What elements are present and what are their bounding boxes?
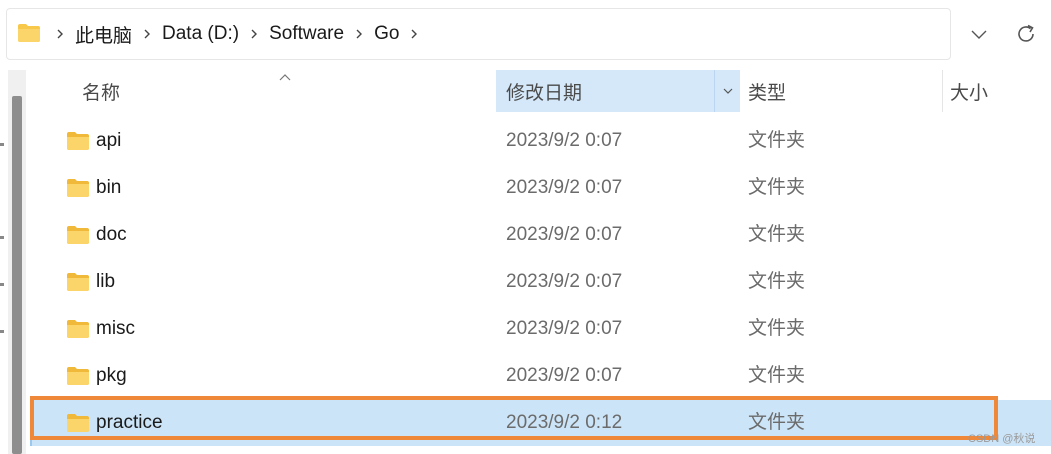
chevron-right-icon[interactable] [352, 27, 366, 41]
folder-icon [67, 226, 89, 244]
file-row-doc[interactable]: doc 2023/9/2 0:07 文件夹 [30, 212, 1051, 258]
breadcrumb-item-data-drive[interactable]: Data (D:) [162, 23, 239, 45]
column-header: 名称 修改日期 类型 大小 [30, 70, 1051, 112]
file-name: doc [96, 224, 127, 245]
file-name: api [96, 130, 122, 151]
file-row-api[interactable]: api 2023/9/2 0:07 文件夹 [30, 118, 1051, 164]
chevron-down-icon [723, 88, 732, 94]
breadcrumb-item-go[interactable]: Go [374, 23, 399, 45]
folder-icon [67, 273, 89, 291]
file-name: misc [96, 318, 136, 339]
folder-icon [18, 24, 40, 42]
file-type: 文件夹 [748, 177, 806, 198]
nav-pane-edge-mark [0, 236, 4, 239]
file-date-modified: 2023/9/2 0:07 [506, 318, 623, 339]
sort-ascending-icon [279, 74, 291, 81]
selection-edge [30, 400, 32, 446]
file-type: 文件夹 [748, 130, 806, 151]
breadcrumb: 此电脑 Data (D:) Software Go [51, 9, 429, 59]
file-type: 文件夹 [748, 271, 806, 292]
file-type: 文件夹 [748, 365, 806, 386]
column-header-date-modified[interactable]: 修改日期 [496, 70, 740, 112]
refresh-button[interactable] [1006, 16, 1046, 52]
folder-icon [67, 367, 89, 385]
file-date-modified: 2023/9/2 0:07 [506, 130, 623, 151]
file-name: bin [96, 177, 122, 198]
file-row-practice[interactable]: practice 2023/9/2 0:12 文件夹 [30, 400, 1051, 446]
address-history-button[interactable] [958, 18, 1000, 50]
chevron-down-icon [971, 30, 987, 39]
file-date-modified: 2023/9/2 0:07 [506, 224, 623, 245]
file-type: 文件夹 [748, 318, 806, 339]
breadcrumb-item-this-pc[interactable]: 此电脑 [75, 21, 132, 48]
file-row-pkg[interactable]: pkg 2023/9/2 0:07 文件夹 [30, 353, 1051, 399]
chevron-right-icon[interactable] [140, 27, 154, 41]
nav-pane-edge-mark [0, 283, 4, 286]
nav-pane-edge-mark [0, 143, 4, 146]
breadcrumb-item-software[interactable]: Software [269, 23, 344, 45]
column-header-type[interactable]: 类型 [748, 70, 786, 112]
column-filter-dropdown[interactable] [714, 70, 740, 112]
file-date-modified: 2023/9/2 0:07 [506, 365, 623, 386]
file-type: 文件夹 [748, 412, 806, 433]
refresh-icon [1018, 24, 1034, 42]
folder-icon [67, 320, 89, 338]
file-row-bin[interactable]: bin 2023/9/2 0:07 文件夹 [30, 165, 1051, 211]
file-name: pkg [96, 365, 127, 386]
folder-icon [67, 179, 89, 197]
file-date-modified: 2023/9/2 0:07 [506, 271, 623, 292]
chevron-right-icon[interactable] [247, 27, 261, 41]
folder-icon [67, 414, 89, 432]
chevron-right-icon[interactable] [53, 27, 67, 41]
watermark: CSDN @秋说 [968, 433, 1036, 445]
folder-icon [67, 132, 89, 150]
nav-pane-edge-mark [0, 330, 4, 333]
nav-scrollbar-thumb[interactable] [12, 96, 22, 454]
column-separator[interactable] [942, 70, 943, 112]
file-row-lib[interactable]: lib 2023/9/2 0:07 文件夹 [30, 259, 1051, 305]
column-header-name[interactable]: 名称 [82, 70, 120, 112]
file-date-modified: 2023/9/2 0:07 [506, 177, 623, 198]
address-bar-area: 此电脑 Data (D:) Software Go [0, 0, 1051, 68]
address-bar[interactable]: 此电脑 Data (D:) Software Go [6, 8, 951, 60]
file-type: 文件夹 [748, 224, 806, 245]
chevron-right-icon[interactable] [407, 27, 421, 41]
file-row-misc[interactable]: misc 2023/9/2 0:07 文件夹 [30, 306, 1051, 352]
column-header-size[interactable]: 大小 [950, 70, 988, 112]
column-header-date-label: 修改日期 [506, 82, 583, 104]
file-name: practice [96, 412, 163, 433]
file-date-modified: 2023/9/2 0:12 [506, 412, 623, 433]
file-name: lib [96, 271, 116, 292]
